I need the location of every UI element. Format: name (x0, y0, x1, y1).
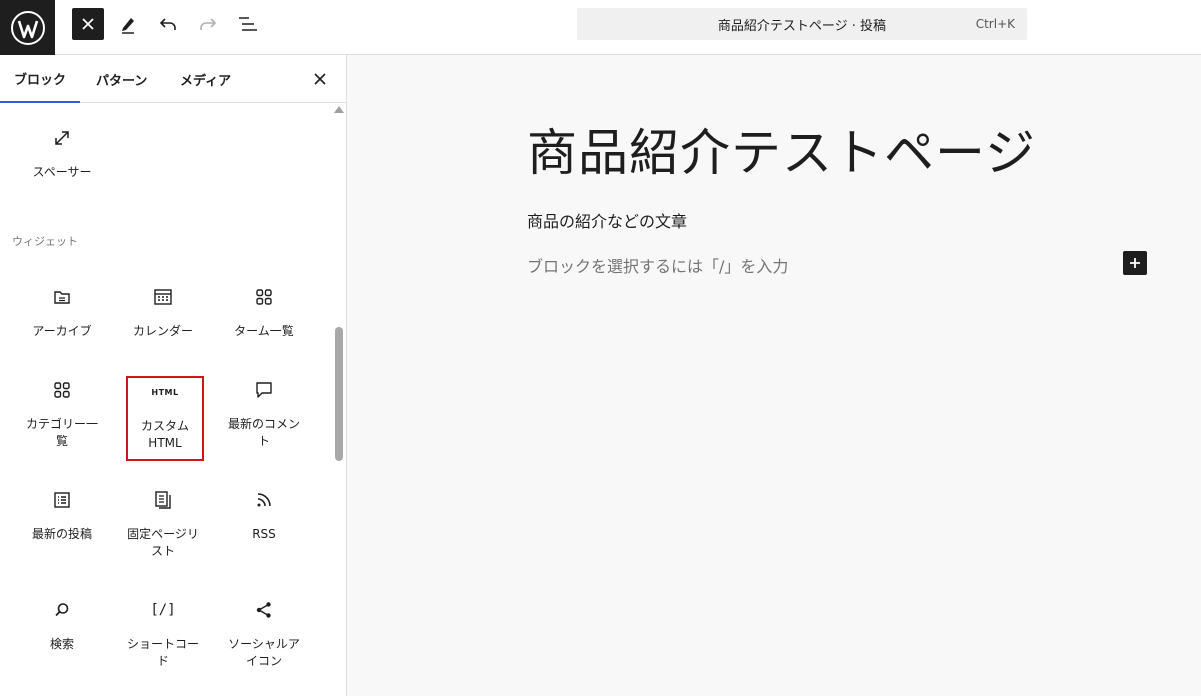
block-label: 検索 (49, 637, 74, 651)
block-label: 固定ページリスト (127, 527, 199, 558)
block-label: ターム一覧 (234, 324, 294, 338)
block-label: RSS (252, 527, 276, 541)
block-label: カスタムHTML (140, 419, 189, 450)
latest-posts-icon (22, 488, 102, 512)
scrollbar-thumb[interactable] (335, 327, 343, 461)
block-inserter-panel: ブロック パターン メディア スペーサー ウィジェット アーカイブ カレンダー (0, 55, 347, 696)
close-panel-button[interactable] (308, 67, 332, 91)
editor-canvas: 商品紹介テストページ 商品の紹介などの文章 ブロックを選択するには「/」を入力 (347, 55, 1201, 696)
scroll-up-arrow-icon[interactable] (334, 106, 344, 113)
block-label: ソーシャルアイコン (228, 637, 300, 668)
pencil-icon (122, 18, 134, 34)
block-calendar[interactable]: カレンダー (123, 285, 203, 340)
block-label: 最新のコメント (227, 417, 300, 448)
block-shortcode[interactable]: [/] ショートコード (123, 598, 203, 670)
command-palette-bar[interactable]: 商品紹介テストページ · 投稿 Ctrl+K (577, 8, 1027, 40)
calendar-icon (123, 285, 203, 309)
block-latest-comments[interactable]: 最新のコメント (224, 378, 304, 450)
block-page-list[interactable]: 固定ページリスト (123, 488, 203, 560)
block-label: スペーサー (32, 165, 92, 179)
tab-media[interactable]: メディア (180, 55, 231, 103)
tab-patterns[interactable]: パターン (96, 55, 147, 103)
block-social-icons[interactable]: ソーシャルアイコン (224, 598, 304, 670)
block-spacer[interactable]: スペーサー (22, 126, 102, 181)
shortcode-icon-text: [/] (150, 602, 176, 618)
block-latest-posts[interactable]: 最新の投稿 (22, 488, 102, 543)
paragraph-block[interactable]: 商品の紹介などの文章 (527, 208, 687, 232)
spacer-icon (22, 126, 102, 150)
add-block-button[interactable] (1123, 251, 1147, 275)
close-icon (82, 18, 94, 30)
block-archive[interactable]: アーカイブ (22, 285, 102, 340)
block-label: カレンダー (132, 324, 193, 338)
block-label: ショートコード (126, 637, 199, 668)
close-inserter-button[interactable] (72, 8, 104, 40)
redo-button[interactable] (192, 8, 224, 40)
empty-block-placeholder[interactable]: ブロックを選択するには「/」を入力 (527, 253, 788, 277)
search-icon (22, 598, 102, 622)
undo-button[interactable] (152, 8, 184, 40)
block-search[interactable]: 検索 (22, 598, 102, 653)
block-term-list[interactable]: ターム一覧 (224, 285, 304, 340)
shortcut-hint: Ctrl+K (975, 17, 1015, 31)
block-custom-html[interactable]: HTML カスタムHTML (126, 376, 204, 461)
inserter-tabs: ブロック パターン メディア (0, 55, 346, 103)
tools-button[interactable] (112, 8, 144, 40)
sidebar-scrollbar[interactable] (332, 103, 346, 696)
plus-icon (1130, 258, 1140, 268)
list-view-icon (239, 17, 257, 31)
archive-icon (22, 285, 102, 309)
close-icon (314, 73, 326, 85)
redo-icon (200, 18, 217, 30)
block-label: アーカイブ (32, 324, 92, 338)
block-label: 最新の投稿 (31, 527, 92, 541)
document-title-label: 商品紹介テストページ · 投稿 (717, 18, 887, 34)
block-label: カテゴリー一覧 (25, 417, 98, 448)
rss-icon (224, 488, 304, 512)
html-icon-text: HTML (151, 387, 179, 397)
widgets-section-label: ウィジェット (12, 235, 78, 248)
comment-icon (224, 378, 304, 402)
editor-toolbar: 商品紹介テストページ · 投稿 Ctrl+K (0, 0, 1201, 55)
tab-blocks[interactable]: ブロック (0, 55, 80, 103)
shortcode-icon: [/] (123, 598, 203, 622)
term-list-icon (224, 285, 304, 309)
block-categories[interactable]: カテゴリー一覧 (22, 378, 102, 450)
undo-icon (159, 18, 176, 30)
wordpress-logo-icon[interactable] (0, 0, 55, 55)
post-title[interactable]: 商品紹介テストページ (527, 113, 1036, 185)
category-icon (22, 378, 102, 402)
share-icon (224, 598, 304, 622)
html-icon: HTML (128, 380, 202, 404)
block-rss[interactable]: RSS (224, 488, 304, 543)
page-list-icon (123, 488, 203, 512)
document-overview-button[interactable] (232, 8, 264, 40)
